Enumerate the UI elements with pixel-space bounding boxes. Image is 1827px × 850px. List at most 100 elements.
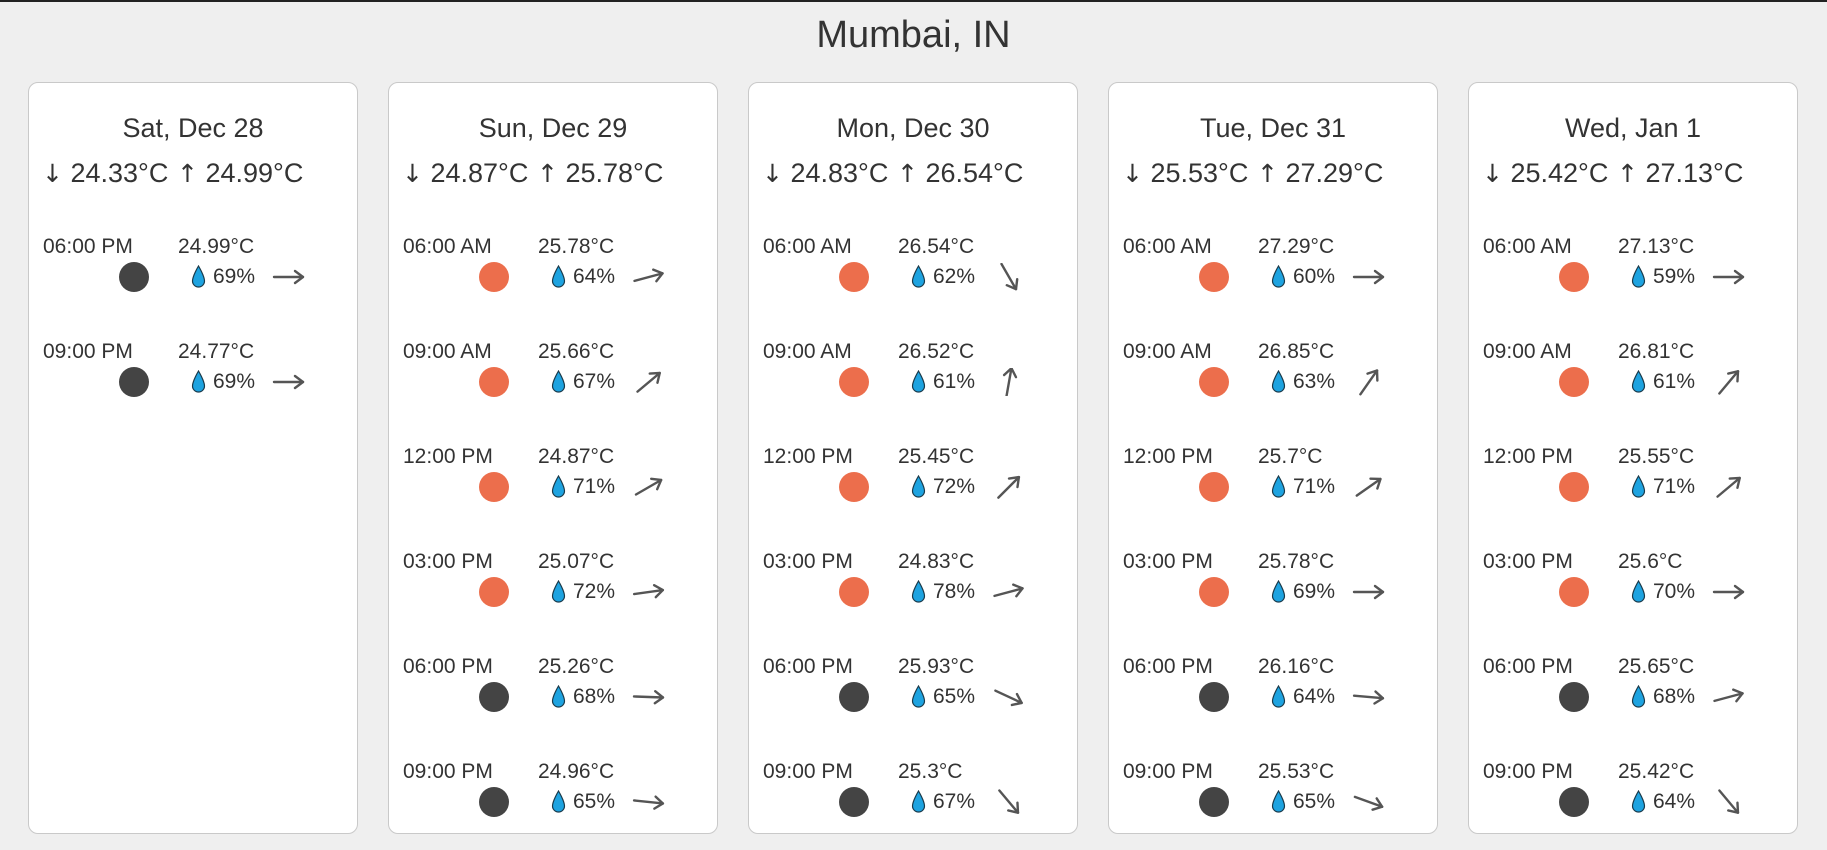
hourly-item: 06:00 PM 24.99°C 69% bbox=[29, 235, 357, 340]
humidity: 61% bbox=[1630, 370, 1695, 394]
arrow-up-icon: ↑ bbox=[897, 159, 918, 188]
hourly-item: 09:00 PM 24.96°C 65% bbox=[389, 760, 717, 850]
wind-direction-icon bbox=[636, 371, 661, 393]
wind-direction-icon bbox=[997, 475, 1021, 499]
slot-time: 06:00 PM bbox=[43, 235, 133, 258]
slot-temp: 25.93°C bbox=[898, 655, 975, 678]
arrow-down-icon: ↓ bbox=[402, 159, 423, 188]
slot-time: 03:00 PM bbox=[763, 550, 853, 573]
sun-icon bbox=[1559, 367, 1589, 397]
water-drop-icon bbox=[1271, 580, 1286, 603]
max-temp-group: ↑ 26.54°C bbox=[897, 158, 1023, 189]
hourly-item: 06:00 PM 26.16°C 64% bbox=[1109, 655, 1437, 760]
slot-temp: 24.83°C bbox=[898, 550, 975, 573]
min-temp-group: ↓ 25.53°C bbox=[1122, 158, 1257, 189]
slot-temp: 25.55°C bbox=[1618, 445, 1695, 468]
water-drop-icon bbox=[1631, 265, 1646, 288]
slot-time: 06:00 PM bbox=[1123, 655, 1213, 678]
humidity-value: 69% bbox=[213, 370, 256, 393]
humidity: 71% bbox=[1270, 475, 1335, 499]
humidity: 60% bbox=[1270, 265, 1335, 289]
sun-icon bbox=[839, 367, 869, 397]
day-card: Mon, Dec 30 ↓ 24.83°C ↑ 26.54°C 06:00 AM 26.… bbox=[748, 82, 1078, 834]
slot-time: 12:00 PM bbox=[1123, 445, 1213, 468]
day-card: Wed, Jan 1 ↓ 25.42°C ↑ 27.13°C 06:00 AM 27.1… bbox=[1468, 82, 1798, 834]
day-date: Wed, Jan 1 bbox=[1564, 113, 1702, 143]
slot-temp: 25.7°C bbox=[1258, 445, 1323, 468]
humidity-value: 61% bbox=[933, 370, 976, 393]
sun-icon bbox=[1199, 577, 1229, 607]
humidity-value: 67% bbox=[933, 790, 976, 813]
slot-time: 03:00 PM bbox=[1483, 550, 1573, 573]
humidity: 69% bbox=[190, 370, 255, 394]
water-drop-icon bbox=[1631, 580, 1646, 603]
slot-temp: 25.45°C bbox=[898, 445, 975, 468]
water-drop-icon bbox=[551, 475, 566, 498]
wind-direction-icon bbox=[1718, 370, 1740, 395]
day-date: Sun, Dec 29 bbox=[478, 113, 628, 143]
slot-temp: 27.29°C bbox=[1258, 235, 1335, 258]
humidity-value: 69% bbox=[1293, 580, 1336, 603]
sun-icon bbox=[1199, 262, 1229, 292]
slot-time: 09:00 PM bbox=[403, 760, 493, 783]
slot-time: 09:00 AM bbox=[403, 340, 492, 363]
location-title: Mumbai, IN bbox=[816, 14, 1011, 56]
sun-icon bbox=[839, 262, 869, 292]
humidity: 70% bbox=[1630, 580, 1695, 604]
sun-icon bbox=[479, 577, 509, 607]
min-max-row: ↓ 25.53°C ↑ 27.29°C bbox=[1122, 158, 1383, 189]
wind-direction-icon bbox=[994, 689, 1023, 707]
water-drop-icon bbox=[911, 790, 926, 813]
wind-direction-icon bbox=[1718, 789, 1740, 814]
wind-direction-icon bbox=[1353, 795, 1384, 811]
hourly-item: 06:00 PM 25.26°C 68% bbox=[389, 655, 717, 760]
humidity-value: 67% bbox=[573, 370, 616, 393]
water-drop-icon bbox=[1271, 685, 1286, 708]
max-temp: 27.29°C bbox=[1285, 158, 1384, 188]
day-card: Tue, Dec 31 ↓ 25.53°C ↑ 27.29°C 06:00 AM 27.… bbox=[1108, 82, 1438, 834]
slot-time: 06:00 AM bbox=[1483, 235, 1572, 258]
wind-direction-icon bbox=[1359, 369, 1379, 396]
sun-icon bbox=[839, 577, 869, 607]
sun-icon bbox=[479, 262, 509, 292]
water-drop-icon bbox=[911, 475, 926, 498]
slot-time: 03:00 PM bbox=[1123, 550, 1213, 573]
water-drop-icon bbox=[551, 265, 566, 288]
wind-direction-icon bbox=[998, 789, 1020, 814]
hourly-item: 06:00 AM 27.29°C 60% bbox=[1109, 235, 1437, 340]
arrow-down-icon: ↓ bbox=[42, 159, 63, 188]
hourly-item: 12:00 PM 25.7°C 71% bbox=[1109, 445, 1437, 550]
sun-icon bbox=[1199, 367, 1229, 397]
slot-temp: 25.66°C bbox=[538, 340, 615, 363]
min-temp-group: ↓ 25.42°C bbox=[1482, 158, 1617, 189]
humidity-value: 62% bbox=[933, 265, 976, 288]
humidity-value: 71% bbox=[1293, 475, 1336, 498]
wind-direction-icon bbox=[1712, 584, 1745, 600]
humidity: 63% bbox=[1270, 370, 1335, 394]
slot-temp: 24.96°C bbox=[538, 760, 615, 783]
min-max-row: ↓ 24.33°C ↑ 24.99°C bbox=[42, 158, 303, 189]
slot-time: 09:00 PM bbox=[43, 340, 133, 363]
slot-temp: 25.78°C bbox=[1258, 550, 1335, 573]
water-drop-icon bbox=[1631, 685, 1646, 708]
water-drop-icon bbox=[551, 370, 566, 393]
moon-icon bbox=[119, 262, 149, 292]
hourly-item: 09:00 PM 25.42°C 64% bbox=[1469, 760, 1797, 850]
day-card: Sat, Dec 28 ↓ 24.33°C ↑ 24.99°C 06:00 PM 24.… bbox=[28, 82, 358, 834]
humidity: 69% bbox=[1270, 580, 1335, 604]
slot-temp: 26.52°C bbox=[898, 340, 975, 363]
slot-time: 09:00 PM bbox=[763, 760, 853, 783]
min-max-row: ↓ 25.42°C ↑ 27.13°C bbox=[1482, 158, 1743, 189]
humidity-value: 65% bbox=[933, 685, 976, 708]
hourly-item: 06:00 AM 26.54°C 62% bbox=[749, 235, 1077, 340]
hourly-list: 06:00 AM 26.54°C 62% 09:00 AM 26.52°C 61% 12:0… bbox=[749, 235, 1077, 850]
moon-icon bbox=[1559, 682, 1589, 712]
hourly-item: 03:00 PM 25.78°C 69% bbox=[1109, 550, 1437, 655]
max-temp: 25.78°C bbox=[565, 158, 664, 188]
slot-temp: 25.26°C bbox=[538, 655, 615, 678]
arrow-down-icon: ↓ bbox=[1122, 159, 1143, 188]
sun-icon bbox=[1559, 577, 1589, 607]
humidity: 64% bbox=[1630, 790, 1695, 814]
arrow-down-icon: ↓ bbox=[762, 159, 783, 188]
hourly-list: 06:00 AM 27.13°C 59% 09:00 AM 26.81°C 61% 12:0… bbox=[1469, 235, 1797, 850]
